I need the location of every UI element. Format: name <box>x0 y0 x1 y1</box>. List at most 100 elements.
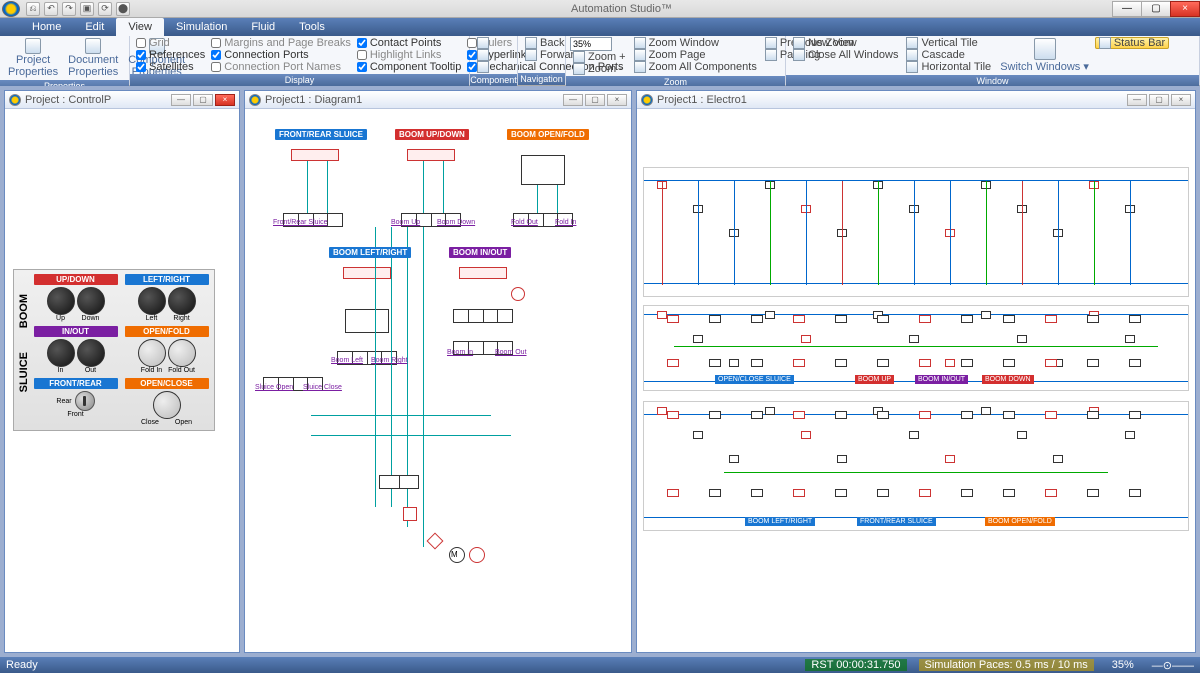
diagram-canvas[interactable]: M FRONT/REAR SLUICEBOOM UP/DOWNBOOM OPEN… <box>245 109 631 652</box>
horizontal-tile-button[interactable]: Horizontal Tile <box>903 61 994 73</box>
electrical-component[interactable] <box>1003 315 1015 323</box>
cylinder-symbol[interactable] <box>407 149 455 161</box>
electrical-component[interactable] <box>919 315 931 323</box>
diagram-hyperlink[interactable]: Boom Right <box>371 357 408 364</box>
electrical-component[interactable] <box>1003 489 1015 497</box>
knob[interactable] <box>153 391 181 419</box>
electrical-component[interactable] <box>919 489 931 497</box>
electrical-component[interactable] <box>1053 455 1063 463</box>
electrical-component[interactable] <box>1129 315 1141 323</box>
electrical-component[interactable] <box>919 359 931 367</box>
component-btn[interactable] <box>474 49 492 61</box>
zoom-plus-button[interactable]: Zoom + <box>570 51 629 63</box>
electrical-component[interactable] <box>1045 315 1057 323</box>
tab-simulation[interactable]: Simulation <box>164 18 239 36</box>
electrical-component[interactable] <box>1003 411 1015 419</box>
electrical-component[interactable] <box>1125 431 1135 439</box>
electrical-component[interactable] <box>667 411 679 419</box>
project-properties-button[interactable]: ProjectProperties <box>4 37 62 79</box>
electrical-component[interactable] <box>667 359 679 367</box>
qat-btn[interactable]: ⟳ <box>98 2 112 16</box>
electrical-component[interactable] <box>909 431 919 439</box>
cylinder-symbol[interactable] <box>459 267 507 279</box>
electrical-component[interactable] <box>1129 359 1141 367</box>
electrical-component[interactable] <box>945 359 955 367</box>
diagram-hyperlink[interactable]: Boom Left <box>331 357 363 364</box>
electrical-component[interactable] <box>765 407 775 415</box>
pump-symbol[interactable] <box>469 547 485 563</box>
electrical-component[interactable] <box>1125 335 1135 343</box>
electrical-component[interactable] <box>835 359 847 367</box>
electrical-component[interactable] <box>793 359 805 367</box>
close-all-windows-button[interactable]: Close All Windows <box>790 49 901 61</box>
pane-max-button[interactable]: ▢ <box>193 94 213 106</box>
electrical-component[interactable] <box>1045 411 1057 419</box>
zoom-value-input[interactable] <box>570 37 612 51</box>
tab-fluid[interactable]: Fluid <box>239 18 287 36</box>
electrical-component[interactable] <box>1017 335 1027 343</box>
qat-btn[interactable]: ↷ <box>62 2 76 16</box>
electrical-component[interactable] <box>667 489 679 497</box>
electrical-component[interactable] <box>835 489 847 497</box>
electrical-component[interactable] <box>961 359 973 367</box>
valve-symbol[interactable] <box>453 309 513 323</box>
electrical-component[interactable] <box>961 489 973 497</box>
electrical-component[interactable] <box>877 411 889 419</box>
zoom-minus-button[interactable]: Zoom - <box>570 63 629 75</box>
vertical-tile-button[interactable]: Vertical Tile <box>903 37 994 49</box>
electrical-component[interactable] <box>835 411 847 419</box>
electrical-component[interactable] <box>945 455 955 463</box>
checkbox[interactable] <box>357 50 367 60</box>
electrical-component[interactable] <box>1045 489 1057 497</box>
knob[interactable] <box>138 339 166 367</box>
electrical-component[interactable] <box>729 359 739 367</box>
display-checkbox-satellites[interactable]: Satellites <box>134 61 207 73</box>
electro-canvas[interactable]: OPEN/CLOSE SLUICEBOOM UPBOOM IN/OUTBOOM … <box>637 109 1195 652</box>
maximize-button[interactable]: ▢ <box>1141 1 1171 17</box>
checkbox[interactable] <box>357 38 367 48</box>
electrical-component[interactable] <box>981 407 991 415</box>
pane-max-button[interactable]: ▢ <box>585 94 605 106</box>
checkbox[interactable] <box>136 50 146 60</box>
block-symbol[interactable] <box>345 309 389 333</box>
electrical-component[interactable] <box>729 455 739 463</box>
qat-btn[interactable]: ⬤ <box>116 2 130 16</box>
electrical-component[interactable] <box>751 315 763 323</box>
pump-symbol[interactable] <box>511 287 525 301</box>
electrical-component[interactable] <box>657 311 667 319</box>
tab-view[interactable]: View <box>116 18 164 36</box>
checkbox[interactable] <box>357 62 367 72</box>
electrical-component[interactable] <box>751 411 763 419</box>
close-button[interactable]: × <box>1170 1 1200 17</box>
electrical-component[interactable] <box>1017 431 1027 439</box>
switch-windows-button[interactable]: Switch Windows ▾ <box>996 37 1093 74</box>
electrical-component[interactable] <box>961 411 973 419</box>
electrical-component[interactable] <box>801 335 811 343</box>
electrical-component[interactable] <box>961 315 973 323</box>
minimize-button[interactable]: — <box>1112 1 1142 17</box>
new-view-button[interactable]: New View <box>790 37 901 49</box>
cylinder-symbol[interactable] <box>343 267 391 279</box>
cascade-button[interactable]: Cascade <box>903 49 994 61</box>
display-checkbox-references[interactable]: References <box>134 49 207 61</box>
electrical-component[interactable] <box>919 411 931 419</box>
component-btn[interactable] <box>474 37 492 49</box>
knob[interactable] <box>168 287 196 315</box>
document-properties-button[interactable]: DocumentProperties <box>64 37 122 79</box>
electrical-component[interactable] <box>1087 359 1099 367</box>
electrical-component[interactable] <box>1087 315 1099 323</box>
diagram-hyperlink[interactable]: Boom Up <box>391 219 420 226</box>
diagram-hyperlink[interactable]: Sluice Open <box>255 384 293 391</box>
electrical-component[interactable] <box>709 411 721 419</box>
electrical-component[interactable] <box>909 335 919 343</box>
qat-btn[interactable]: ↶ <box>44 2 58 16</box>
electrical-component[interactable] <box>793 411 805 419</box>
status-bar-toggle[interactable]: Status Bar <box>1095 37 1169 49</box>
component-btn[interactable] <box>474 61 492 73</box>
electrical-component[interactable] <box>837 455 847 463</box>
toggle-switch[interactable] <box>75 391 95 411</box>
electrical-component[interactable] <box>877 489 889 497</box>
electrical-component[interactable] <box>693 335 703 343</box>
checkbox[interactable] <box>211 62 221 72</box>
display-checkbox-contact-points[interactable]: Contact Points <box>355 37 464 49</box>
